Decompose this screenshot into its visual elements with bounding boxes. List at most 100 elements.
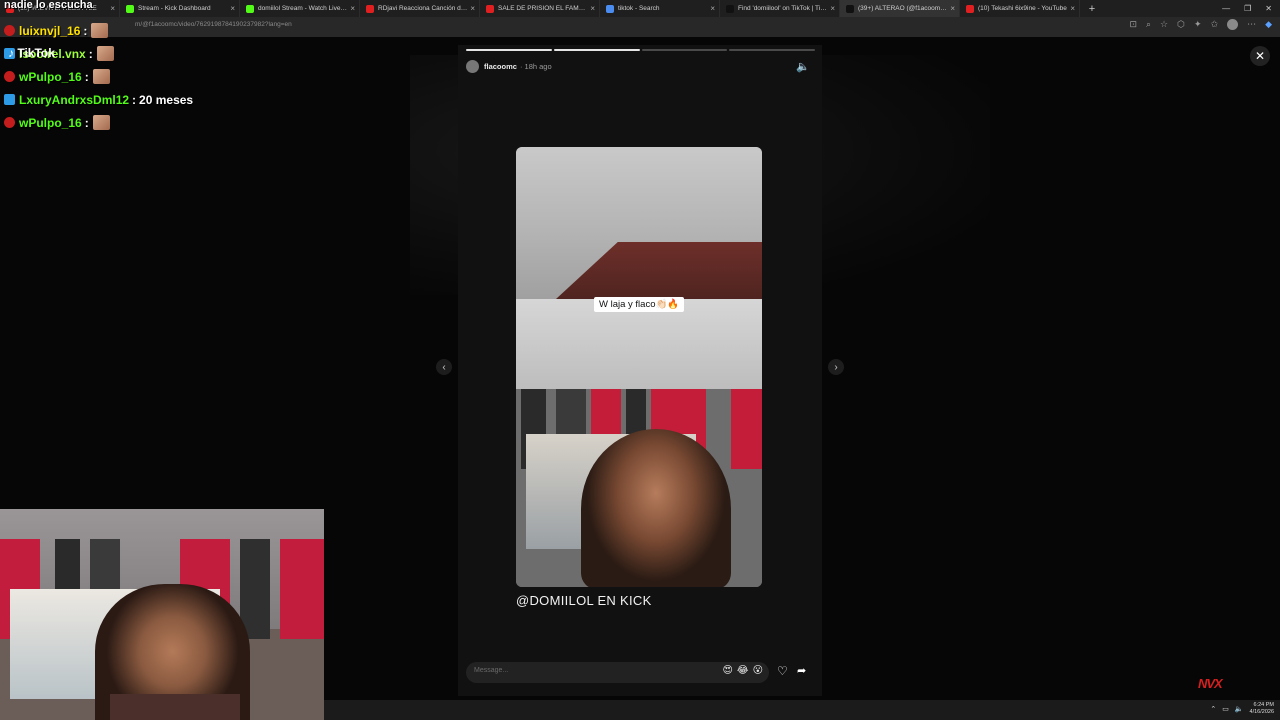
chat-message: wPulpo_16: bbox=[4, 111, 193, 134]
reaction-emoji-button[interactable]: 😂 bbox=[737, 665, 749, 676]
chat-emote bbox=[92, 69, 110, 84]
like-heart-icon[interactable]: ♡ bbox=[777, 664, 788, 678]
tiktok-label: TikTok bbox=[17, 46, 55, 60]
story-username[interactable]: flacoomc bbox=[484, 62, 517, 71]
chevron-left-icon: ‹ bbox=[442, 361, 446, 373]
more-menu-icon[interactable]: ⋯ bbox=[1247, 19, 1256, 30]
new-tab-button[interactable]: + bbox=[1084, 3, 1100, 15]
tab-title: Find 'domiilool' on TikTok | TikTok bbox=[738, 5, 828, 12]
extension-puzzle-icon[interactable]: ✦ bbox=[1194, 19, 1202, 30]
browser-tab[interactable]: domiilol Stream - Watch Live on × bbox=[240, 0, 360, 17]
chat-separator: : bbox=[132, 92, 137, 107]
webcam-curtain bbox=[280, 539, 324, 639]
tab-favicon-icon bbox=[966, 4, 974, 13]
browser-tab[interactable]: RDjavi Reacciona Canción de Laja× bbox=[360, 0, 480, 17]
install-app-icon[interactable]: ⊡ bbox=[1129, 19, 1137, 30]
chat-emote bbox=[92, 115, 110, 130]
tab-title: tiktok - Search bbox=[618, 5, 660, 12]
video-text-sticker: W laja y flaco👏🏻🔥 bbox=[594, 297, 685, 312]
minimize-icon[interactable]: — bbox=[1222, 4, 1230, 13]
video-room-frame bbox=[516, 389, 762, 587]
reaction-emoji-button[interactable]: 😮 bbox=[753, 665, 763, 676]
toolbar-icons: ⊡ ⌕ ☆ ⬡ ✦ ✩ ⋯ ◆ bbox=[1129, 19, 1272, 30]
tab-close-icon[interactable]: × bbox=[470, 4, 475, 13]
tray-chevron-icon[interactable]: ⌃ bbox=[1210, 705, 1216, 713]
browser-tab-bar: (10) #REVIVEFREESTYLE × Stream - Kick Dash… bbox=[0, 0, 1280, 17]
tab-title: (10) Tekashi 6ix9ine - YouTube bbox=[978, 5, 1067, 12]
tab-close-icon[interactable]: × bbox=[110, 4, 115, 13]
tab-close-icon[interactable]: × bbox=[350, 4, 355, 13]
story-avatar[interactable] bbox=[466, 60, 479, 73]
tab-title: domiilol Stream - Watch Live on bbox=[258, 5, 348, 12]
tab-favicon-icon bbox=[486, 4, 494, 13]
tab-title: Stream - Kick Dashboard bbox=[138, 5, 211, 12]
message-input[interactable]: Message... bbox=[474, 667, 694, 674]
tiktok-note-icon: ♪ bbox=[8, 46, 14, 60]
chat-badge-icon bbox=[4, 117, 15, 128]
tab-title: SALE DE PRISION EL FAMOSO "LA bbox=[498, 5, 587, 12]
tab-favicon-icon bbox=[846, 4, 854, 13]
system-taskbar: ⌃ ▭ 🔈 6:24 PM 4/16/2026 bbox=[324, 700, 1280, 720]
chat-separator: : bbox=[84, 69, 89, 84]
browser-tab[interactable]: Find 'domiilool' on TikTok | TikTok × bbox=[720, 0, 840, 17]
volume-icon[interactable]: 🔈 bbox=[796, 60, 810, 73]
tab-close-icon[interactable]: × bbox=[230, 4, 235, 13]
close-window-icon[interactable]: ✕ bbox=[1265, 4, 1272, 13]
progress-segment bbox=[641, 49, 728, 51]
zoom-icon[interactable]: ⌕ bbox=[1146, 19, 1151, 30]
tab-favicon-icon bbox=[726, 4, 734, 13]
chat-emote bbox=[91, 23, 109, 38]
profile-avatar[interactable] bbox=[1227, 19, 1239, 30]
bookmark-star-icon[interactable]: ☆ bbox=[1160, 19, 1168, 30]
reaction-emoji-button[interactable]: 😍 bbox=[722, 665, 732, 676]
restore-icon[interactable]: ❐ bbox=[1244, 4, 1251, 13]
stream-overlay-title: nadie lo escucha bbox=[4, 0, 93, 11]
tiktok-logo: ♪ TikTok bbox=[8, 46, 55, 60]
browser-tab[interactable]: (39+) ALTERAO (@f1acoomc) | TikTok× bbox=[840, 0, 960, 17]
system-clock[interactable]: 6:24 PM 4/16/2026 bbox=[1250, 702, 1274, 716]
clock-date: 4/16/2026 bbox=[1249, 709, 1274, 715]
tab-favicon-icon bbox=[366, 4, 374, 13]
chat-message: wPulpo_16: bbox=[4, 65, 193, 88]
chat-username: wPulpo_16 bbox=[19, 115, 82, 130]
story-progress-bar bbox=[466, 49, 815, 52]
tab-favicon-icon bbox=[126, 4, 134, 13]
close-story-button[interactable]: ✕ bbox=[1250, 46, 1270, 66]
tab-close-icon[interactable]: × bbox=[950, 4, 955, 13]
clock-time: 6:24 PM bbox=[1253, 702, 1274, 708]
tab-title: RDjavi Reacciona Canción de Laja bbox=[378, 5, 467, 12]
message-bar: Message... 😍 😂 😮 bbox=[466, 662, 769, 683]
browser-tab[interactable]: Stream - Kick Dashboard × bbox=[120, 0, 240, 17]
browser-tab[interactable]: SALE DE PRISION EL FAMOSO "LA× bbox=[480, 0, 600, 17]
tab-close-icon[interactable]: × bbox=[1070, 4, 1075, 13]
extensions-icon[interactable]: ⬡ bbox=[1177, 19, 1185, 30]
previous-story-button[interactable]: ‹ bbox=[436, 359, 452, 375]
share-arrow-icon[interactable]: ➦ bbox=[797, 664, 806, 677]
progress-segment bbox=[553, 49, 640, 51]
tab-close-icon[interactable]: × bbox=[590, 4, 595, 13]
story-caption: @DOMIILOL EN KICK bbox=[516, 593, 652, 608]
browser-tab[interactable]: (10) Tekashi 6ix9ine - YouTube × bbox=[960, 0, 1080, 17]
volume-tray-icon[interactable]: 🔈 bbox=[1235, 705, 1244, 713]
chat-badge-icon bbox=[4, 25, 15, 36]
browser-tab[interactable]: tiktok - Search × bbox=[600, 0, 720, 17]
network-icon[interactable]: ▭ bbox=[1222, 705, 1229, 713]
chat-badge-icon bbox=[4, 71, 15, 82]
tab-close-icon[interactable]: × bbox=[830, 4, 835, 13]
favorites-icon[interactable]: ✩ bbox=[1211, 19, 1219, 30]
tab-close-icon[interactable]: × bbox=[710, 4, 715, 13]
chat-message: LxuryAndrxsDml12:20 meses bbox=[4, 88, 193, 111]
copilot-icon[interactable]: ◆ bbox=[1265, 19, 1272, 30]
tab-title: (39+) ALTERAO (@f1acoomc) | TikTok bbox=[858, 5, 947, 12]
story-video[interactable]: W laja y flaco👏🏻🔥 bbox=[516, 147, 762, 587]
story-header: flacoomc · 18h ago bbox=[466, 60, 552, 73]
chat-separator: : bbox=[88, 46, 93, 61]
progress-segment bbox=[729, 49, 815, 51]
video-mid-frame bbox=[516, 299, 762, 389]
webcam-shirt bbox=[110, 694, 240, 720]
webcam-feed bbox=[0, 509, 324, 720]
quick-reactions: 😍 😂 😮 bbox=[722, 665, 763, 676]
webcam-curtain bbox=[240, 539, 270, 639]
video-person bbox=[581, 429, 731, 587]
next-story-button[interactable]: › bbox=[828, 359, 844, 375]
